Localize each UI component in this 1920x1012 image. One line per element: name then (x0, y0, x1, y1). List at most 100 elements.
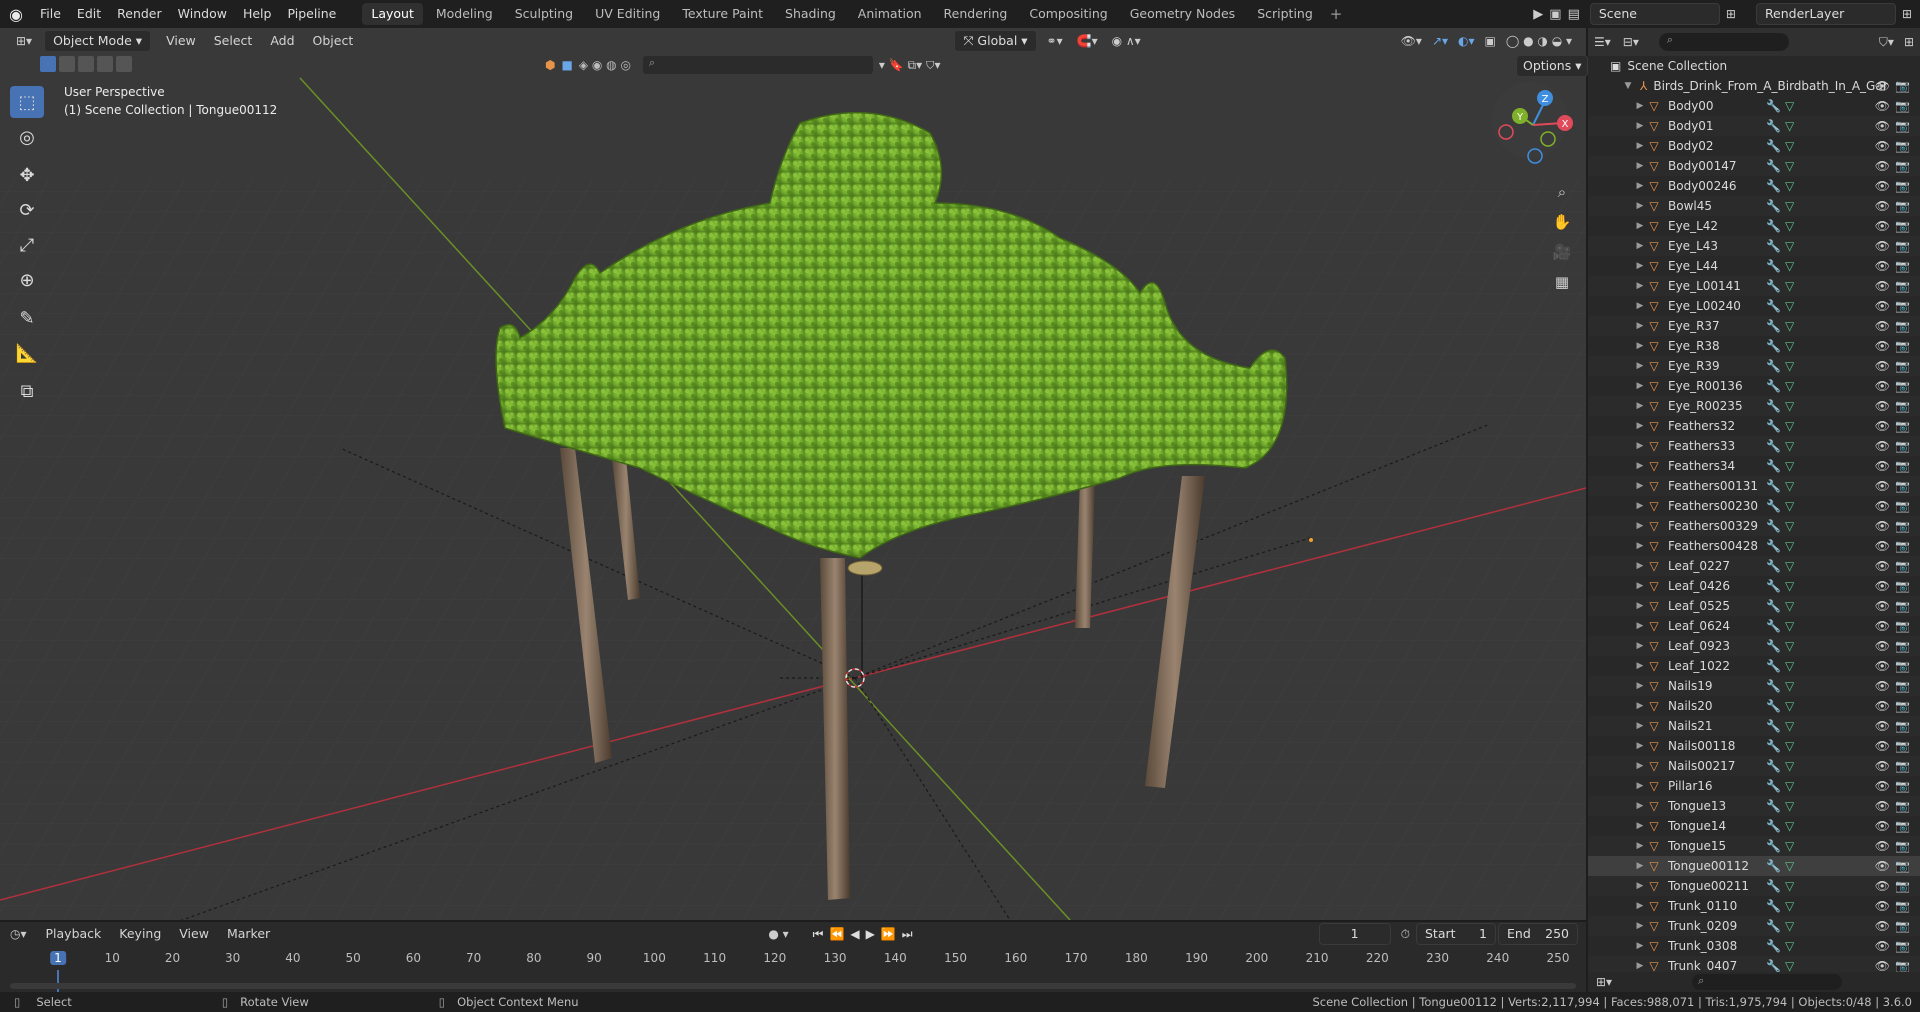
mesh-data-icon[interactable]: ▽ (1785, 779, 1794, 793)
modifier-wrench-icon[interactable]: 🔧 (1766, 419, 1781, 433)
tab-geometry-nodes[interactable]: Geometry Nodes (1121, 3, 1244, 25)
pivot-icon[interactable]: ⚭▾ (1047, 34, 1063, 48)
expand-icon[interactable]: ▶ (1634, 881, 1646, 891)
outliner-item[interactable]: ▶ ▽ Nails21 🔧 ▽ 👁 📷 (1588, 716, 1920, 736)
render-camera-icon[interactable]: 📷 (1895, 939, 1910, 953)
expand-icon[interactable]: ▶ (1634, 901, 1646, 911)
modifier-wrench-icon[interactable]: 🔧 (1766, 259, 1781, 273)
expand-icon[interactable]: ▶ (1634, 381, 1646, 391)
timeline-menu-keying[interactable]: Keying (110, 923, 170, 945)
visibility-eye-icon[interactable]: 👁 (1875, 739, 1890, 753)
timeline-menu-view[interactable]: View (170, 923, 218, 945)
tab-shading[interactable]: Shading (776, 3, 845, 25)
proportional-edit-icon[interactable]: ◉ ∧▾ (1112, 34, 1141, 48)
modifier-wrench-icon[interactable]: 🔧 (1766, 759, 1781, 773)
expand-icon[interactable]: ▶ (1634, 761, 1646, 771)
outliner-item[interactable]: ▶ ▽ Body01 🔧 ▽ 👁 📷 (1588, 116, 1920, 136)
render-camera-icon[interactable]: 📷 (1895, 759, 1910, 773)
modifier-wrench-icon[interactable]: 🔧 (1766, 599, 1781, 613)
mode-selector[interactable]: Object Mode ▾ (44, 30, 152, 52)
modifier-wrench-icon[interactable]: 🔧 (1766, 959, 1781, 973)
render-camera-icon[interactable]: 📷 (1895, 399, 1910, 413)
expand-icon[interactable]: ▶ (1634, 861, 1646, 871)
modifier-wrench-icon[interactable]: 🔧 (1766, 319, 1781, 333)
mesh-data-icon[interactable]: ▽ (1785, 259, 1794, 273)
modifier-wrench-icon[interactable]: 🔧 (1766, 539, 1781, 553)
outliner-item[interactable]: ▶ ▽ Nails19 🔧 ▽ 👁 📷 (1588, 676, 1920, 696)
menu-render[interactable]: Render (109, 0, 170, 28)
modifier-wrench-icon[interactable]: 🔧 (1766, 819, 1781, 833)
outliner-item[interactable]: ▶ ▽ Tongue00112 🔧 ▽ 👁 📷 (1588, 856, 1920, 876)
expand-icon[interactable]: ▶ (1634, 801, 1646, 811)
viewport-menu-object[interactable]: Object (304, 30, 363, 52)
mesh-data-icon[interactable]: ▽ (1785, 679, 1794, 693)
modifier-wrench-icon[interactable]: 🔧 (1766, 179, 1781, 193)
expand-icon[interactable]: ▶ (1634, 481, 1646, 491)
visibility-eye-icon[interactable]: 👁 (1875, 299, 1890, 313)
viewport-search-input[interactable]: ⌕ (642, 56, 873, 74)
outliner-item[interactable]: ▶ ▽ Pillar16 🔧 ▽ 👁 📷 (1588, 776, 1920, 796)
mesh-data-icon[interactable]: ▽ (1785, 739, 1794, 753)
mesh-data-icon[interactable]: ▽ (1785, 579, 1794, 593)
visibility-eye-icon[interactable]: 👁 (1875, 79, 1890, 93)
outliner-item[interactable]: ▶ ▽ Trunk_0209 🔧 ▽ 👁 📷 (1588, 916, 1920, 936)
expand-icon[interactable]: ▶ (1634, 141, 1646, 151)
expand-icon[interactable]: ▶ (1634, 781, 1646, 791)
properties-editor-icon[interactable]: ⊞▾ (1596, 975, 1612, 989)
modifier-wrench-icon[interactable]: 🔧 (1766, 839, 1781, 853)
expand-icon[interactable]: ▶ (1634, 721, 1646, 731)
render-camera-icon[interactable]: 📷 (1895, 699, 1910, 713)
render-view-icon[interactable]: ▤ (1568, 7, 1580, 22)
mesh-data-icon[interactable]: ▽ (1785, 459, 1794, 473)
start-frame-field[interactable]: Start 1 (1416, 923, 1496, 945)
outliner-item[interactable]: ▶ ▽ Trunk_0308 🔧 ▽ 👁 📷 (1588, 936, 1920, 956)
render-camera-icon[interactable]: 📷 (1895, 159, 1910, 173)
modifier-wrench-icon[interactable]: 🔧 (1766, 399, 1781, 413)
modifier-wrench-icon[interactable]: 🔧 (1766, 779, 1781, 793)
render-camera-icon[interactable]: 📷 (1895, 419, 1910, 433)
mesh-data-icon[interactable]: ▽ (1785, 639, 1794, 653)
mesh-data-icon[interactable]: ▽ (1785, 359, 1794, 373)
outliner-item[interactable]: ▶ ▽ Body00246 🔧 ▽ 👁 📷 (1588, 176, 1920, 196)
expand-icon[interactable]: ▶ (1634, 181, 1646, 191)
modifier-wrench-icon[interactable]: 🔧 (1766, 719, 1781, 733)
mesh-data-icon[interactable]: ▽ (1785, 379, 1794, 393)
outliner-item[interactable]: ▶ ▽ Feathers00329 🔧 ▽ 👁 📷 (1588, 516, 1920, 536)
modifier-wrench-icon[interactable]: 🔧 (1766, 659, 1781, 673)
mesh-data-icon[interactable]: ▽ (1785, 99, 1794, 113)
expand-icon[interactable]: ▶ (1634, 501, 1646, 511)
viewport-menu-add[interactable]: Add (261, 30, 303, 52)
modifier-wrench-icon[interactable]: 🔧 (1766, 679, 1781, 693)
expand-icon[interactable]: ▶ (1634, 961, 1646, 971)
mesh-data-icon[interactable]: ▽ (1785, 499, 1794, 513)
visibility-icon[interactable]: 👁▾ (1401, 34, 1422, 48)
render-camera-icon[interactable]: 📷 (1895, 299, 1910, 313)
expand-icon[interactable]: ▶ (1634, 361, 1646, 371)
visibility-eye-icon[interactable]: 👁 (1875, 659, 1890, 673)
mesh-data-icon[interactable]: ▽ (1785, 799, 1794, 813)
outliner-filter-icon[interactable]: ⛉▾ (1879, 35, 1894, 50)
measure-tool[interactable]: 📐 (10, 337, 44, 369)
transform-orientation[interactable]: ⤧ Global ▾ (954, 30, 1037, 52)
cursor-tool[interactable]: ◎ (10, 121, 44, 153)
visibility-eye-icon[interactable]: 👁 (1875, 499, 1890, 513)
mesh-data-icon[interactable]: ▽ (1785, 719, 1794, 733)
visibility-eye-icon[interactable]: 👁 (1875, 579, 1890, 593)
play-animation-icon[interactable]: ▶ (1533, 7, 1543, 22)
filter-mesh-icon[interactable]: ■ (561, 58, 572, 72)
outliner-item[interactable]: ▶ ▽ Leaf_0227 🔧 ▽ 👁 📷 (1588, 556, 1920, 576)
modifier-wrench-icon[interactable]: 🔧 (1766, 699, 1781, 713)
outliner-item[interactable]: ▶ ▽ Body00147 🔧 ▽ 👁 📷 (1588, 156, 1920, 176)
outliner-item[interactable]: ▶ ▽ Eye_L00141 🔧 ▽ 👁 📷 (1588, 276, 1920, 296)
display-mode-icon[interactable]: ⊟▾ (1623, 35, 1639, 49)
scene-collection-row[interactable]: ▣ Scene Collection (1588, 56, 1920, 76)
visibility-eye-icon[interactable]: 👁 (1875, 359, 1890, 373)
render-camera-icon[interactable]: 📷 (1895, 519, 1910, 533)
visibility-eye-icon[interactable]: 👁 (1875, 159, 1890, 173)
mesh-data-icon[interactable]: ▽ (1785, 399, 1794, 413)
expand-icon[interactable]: ▶ (1634, 461, 1646, 471)
render-camera-icon[interactable]: 📷 (1895, 279, 1910, 293)
mesh-data-icon[interactable]: ▽ (1785, 419, 1794, 433)
mesh-data-icon[interactable]: ▽ (1785, 479, 1794, 493)
render-camera-icon[interactable]: 📷 (1895, 539, 1910, 553)
